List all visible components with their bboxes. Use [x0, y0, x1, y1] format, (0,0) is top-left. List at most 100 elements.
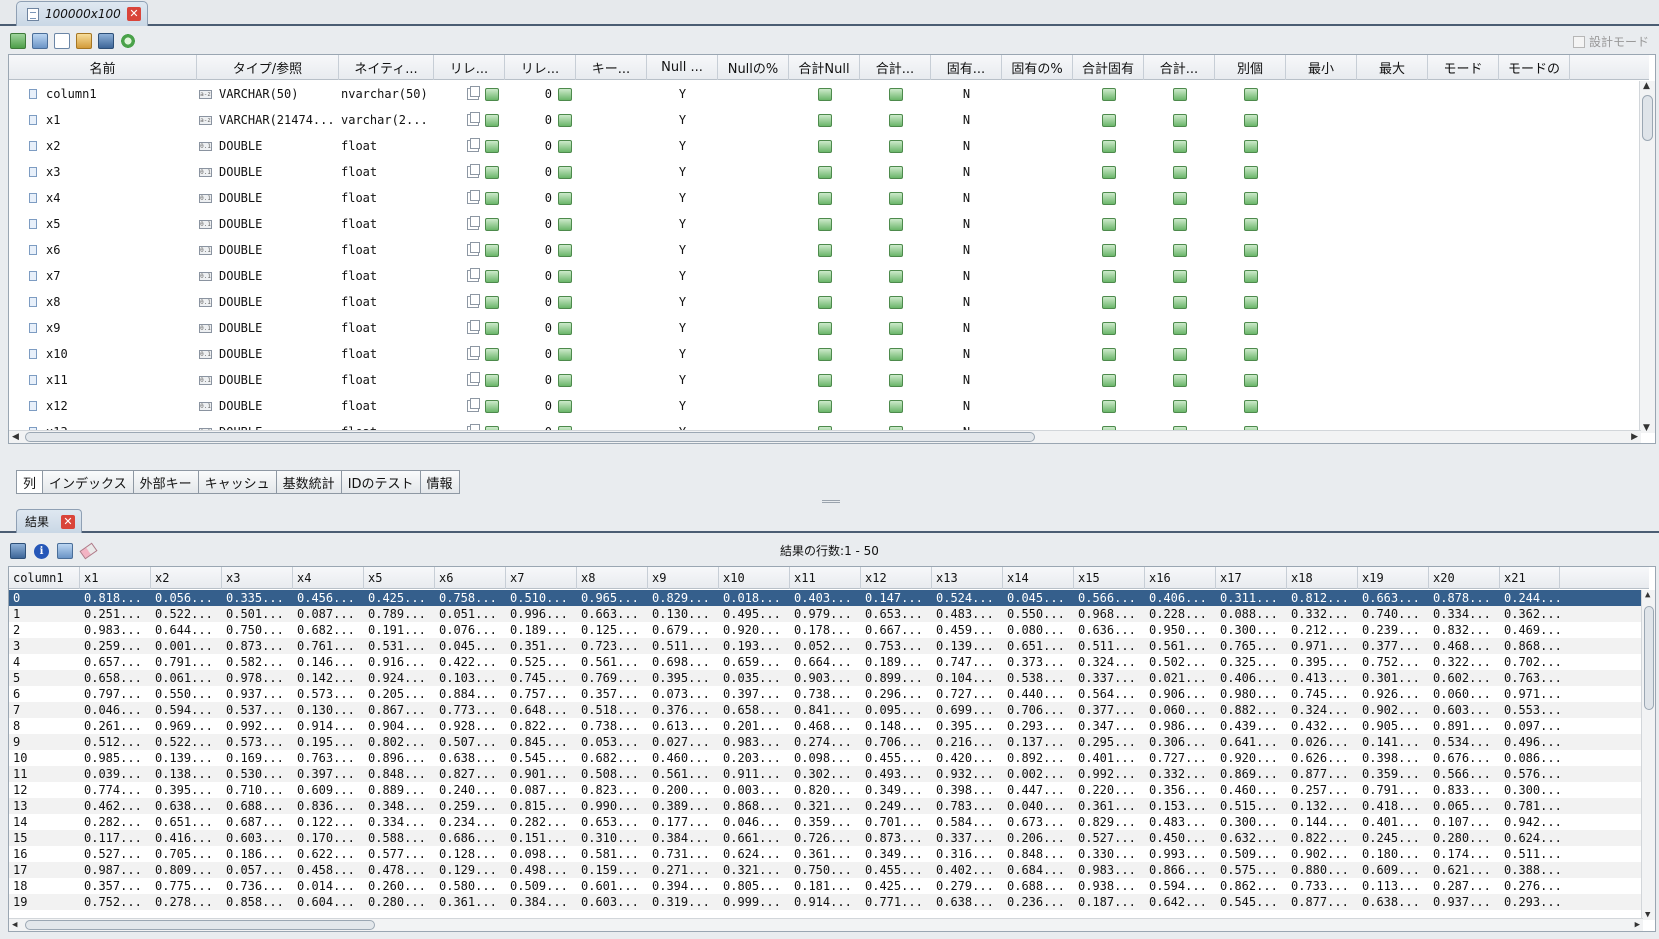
result-cell[interactable]: 0.588... [364, 830, 435, 846]
compute-cell[interactable] [860, 289, 931, 315]
result-cell[interactable]: 0.522... [151, 734, 222, 750]
open-icon[interactable] [558, 243, 572, 257]
nullable-cell[interactable]: Y [647, 263, 718, 289]
compute-cell[interactable] [1215, 367, 1286, 393]
open-icon[interactable] [485, 269, 499, 283]
column-header[interactable]: リレ... [505, 55, 576, 80]
stat-cell[interactable] [1357, 393, 1428, 419]
stat-cell[interactable] [1428, 263, 1499, 289]
compute-cell[interactable] [860, 159, 931, 185]
compute-cell[interactable] [1144, 185, 1215, 211]
result-cell[interactable]: 0.395... [648, 670, 719, 686]
stat-cell[interactable] [1286, 341, 1357, 367]
result-cell[interactable]: 0.468... [790, 718, 861, 734]
compute-icon[interactable] [817, 269, 832, 283]
result-cell[interactable]: 0.745... [1287, 686, 1358, 702]
result-cell[interactable]: 0.447... [1003, 782, 1074, 798]
result-cell[interactable]: 0.249... [861, 798, 932, 814]
result-cell[interactable]: 0.573... [293, 686, 364, 702]
result-cell[interactable]: 0.139... [151, 750, 222, 766]
compute-icon[interactable] [1243, 191, 1258, 205]
native-type-cell[interactable]: float [339, 263, 434, 289]
compute-cell[interactable] [1215, 237, 1286, 263]
open-icon[interactable] [485, 399, 499, 413]
result-cell[interactable]: 0.510... [506, 590, 577, 606]
compute-icon[interactable] [1101, 269, 1116, 283]
stat-cell[interactable] [1499, 211, 1570, 237]
compute-icon[interactable] [1172, 165, 1187, 179]
result-cell[interactable]: 0.027... [648, 734, 719, 750]
result-cell[interactable]: 0.416... [151, 830, 222, 846]
stat-cell[interactable] [1357, 185, 1428, 211]
result-cell[interactable]: 0.280... [1429, 830, 1500, 846]
result-cell[interactable]: 0.527... [80, 846, 151, 862]
nullable-cell[interactable]: Y [647, 289, 718, 315]
column-header[interactable]: 最小 [1286, 55, 1357, 80]
result-cell[interactable]: 0.594... [151, 702, 222, 718]
save-icon[interactable] [98, 33, 114, 49]
result-cell[interactable]: 0.187... [1074, 894, 1145, 910]
result-cell[interactable]: 0.159... [577, 862, 648, 878]
result-cell[interactable]: 0.203... [719, 750, 790, 766]
result-cell[interactable]: 0.384... [506, 894, 577, 910]
table-row[interactable]: x12 0.1 DOUBLE float 0 Y N [9, 393, 1641, 419]
panel-splitter[interactable] [0, 498, 1659, 504]
result-cell[interactable]: 3 [9, 638, 80, 654]
result-cell[interactable]: 0.577... [364, 846, 435, 862]
native-type-cell[interactable]: nvarchar(50) [339, 81, 434, 107]
stat-cell[interactable] [1286, 289, 1357, 315]
compute-icon[interactable] [817, 399, 832, 413]
result-cell[interactable]: 0.189... [506, 622, 577, 638]
stat-cell[interactable] [1286, 393, 1357, 419]
result-cell[interactable]: 0.107... [1429, 814, 1500, 830]
result-cell[interactable]: 0.809... [151, 862, 222, 878]
copy-icon[interactable] [467, 164, 480, 178]
result-cell[interactable]: 0.295... [1074, 734, 1145, 750]
result-cell[interactable]: 0.869... [1216, 766, 1287, 782]
copy-icon[interactable] [467, 398, 480, 412]
open-icon[interactable] [485, 191, 499, 205]
compute-icon[interactable] [1101, 243, 1116, 257]
result-cell[interactable]: 0.877... [1287, 894, 1358, 910]
results-tab[interactable]: 結果 ✕ [16, 509, 82, 533]
result-row[interactable]: 6 0.797... 0.550... 0.937... 0.573... 0.205..… [9, 686, 1643, 702]
result-cell[interactable]: 0.337... [1074, 670, 1145, 686]
stat-cell[interactable] [1286, 367, 1357, 393]
unique-cell[interactable]: N [931, 185, 1002, 211]
result-cell[interactable]: 0.395... [932, 718, 1003, 734]
result-cell[interactable]: 0.867... [364, 702, 435, 718]
result-cell[interactable]: 0.495... [719, 606, 790, 622]
result-cell[interactable]: 4 [9, 654, 80, 670]
column-header[interactable]: タイプ/参照 [197, 55, 339, 80]
result-row[interactable]: 17 0.987... 0.809... 0.057... 0.458... 0.478.… [9, 862, 1643, 878]
result-cell[interactable]: 0.582... [222, 654, 293, 670]
unique-percent-cell[interactable] [1002, 393, 1073, 419]
result-cell[interactable]: 0.561... [648, 766, 719, 782]
result-cell[interactable]: 0.884... [435, 686, 506, 702]
result-cell[interactable]: 0.858... [222, 894, 293, 910]
result-cell[interactable]: 0.296... [861, 686, 932, 702]
design-mode-toggle[interactable]: 設計モード [1572, 33, 1649, 50]
result-cell[interactable]: 0.348... [364, 798, 435, 814]
result-cell[interactable]: 0.603... [577, 894, 648, 910]
result-cell[interactable]: 0.738... [790, 686, 861, 702]
result-cell[interactable]: 0.745... [506, 670, 577, 686]
compute-icon[interactable] [1172, 243, 1187, 257]
result-cell[interactable]: 0.142... [293, 670, 364, 686]
compute-icon[interactable] [1243, 87, 1258, 101]
result-cell[interactable]: 0.002... [1003, 766, 1074, 782]
column-header[interactable]: 固有の% [1002, 55, 1073, 80]
relation-cell[interactable] [434, 107, 505, 133]
compute-cell[interactable] [1144, 237, 1215, 263]
result-cell[interactable]: 0.601... [577, 878, 648, 894]
result-cell[interactable]: 0.659... [719, 654, 790, 670]
compute-cell[interactable] [789, 133, 860, 159]
result-cell[interactable]: 0.251... [80, 606, 151, 622]
result-cell[interactable]: 0.026... [1287, 734, 1358, 750]
result-cell[interactable]: 0.432... [1287, 718, 1358, 734]
result-cell[interactable]: 0.848... [364, 766, 435, 782]
result-cell[interactable]: 0.511... [1500, 846, 1560, 862]
compute-icon[interactable] [1101, 321, 1116, 335]
result-cell[interactable]: 0.060... [1429, 686, 1500, 702]
result-cell[interactable]: 0.373... [1003, 654, 1074, 670]
